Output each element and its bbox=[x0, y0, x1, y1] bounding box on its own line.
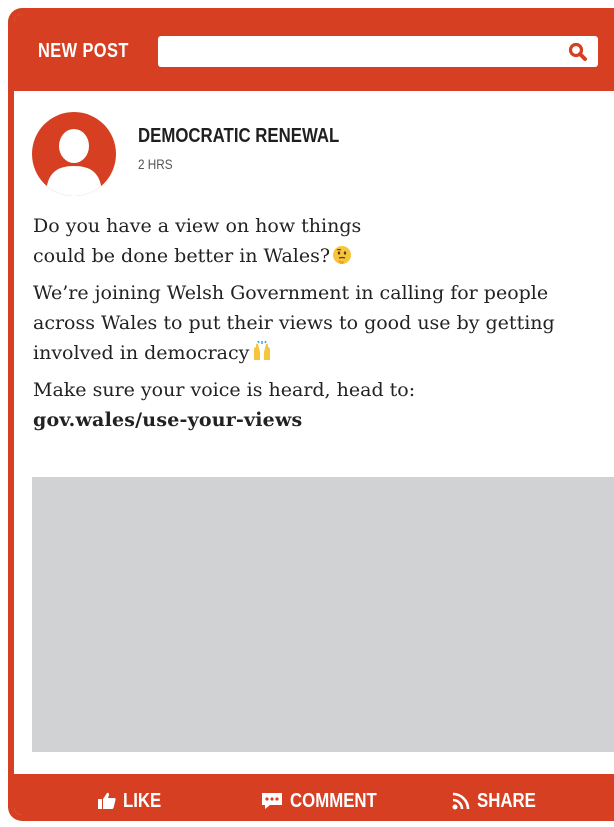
search-box[interactable] bbox=[158, 36, 598, 67]
paragraph-campaign-text: We’re joining Welsh Government in callin… bbox=[33, 282, 555, 364]
paragraph-cta: Make sure your voice is heard, head to: … bbox=[33, 375, 603, 435]
user-silhouette-icon bbox=[46, 129, 102, 196]
thinking-face-emoji-icon bbox=[333, 246, 352, 264]
author-name[interactable]: DEMOCRATIC RENEWAL bbox=[138, 125, 339, 148]
new-post-button[interactable]: NEW POST bbox=[38, 40, 129, 63]
post-header: DEMOCRATIC RENEWAL 2 HRS bbox=[32, 112, 592, 196]
media-placeholder[interactable] bbox=[32, 477, 614, 752]
paragraph-question-line2: could be done better in Wales? bbox=[33, 245, 331, 267]
comment-button[interactable]: COMMENT bbox=[260, 788, 393, 814]
paragraph-cta-text: Make sure your voice is heard, head to: bbox=[33, 379, 416, 401]
raised-hands-emoji-icon bbox=[254, 340, 271, 360]
top-bar: NEW POST bbox=[14, 14, 614, 91]
post-timestamp: 2 HRS bbox=[138, 156, 173, 172]
avatar[interactable] bbox=[32, 112, 116, 196]
comment-label: COMMENT bbox=[290, 789, 377, 812]
paragraph-campaign: We’re joining Welsh Government in callin… bbox=[33, 278, 603, 368]
comment-icon bbox=[262, 793, 282, 809]
thumbs-up-icon bbox=[98, 792, 116, 809]
share-button[interactable]: SHARE bbox=[451, 788, 547, 814]
paragraph-question: Do you have a view on how things could b… bbox=[33, 211, 603, 271]
rss-share-icon bbox=[452, 792, 470, 810]
campaign-link[interactable]: gov.wales/use-your-views bbox=[33, 409, 302, 431]
post-body: Do you have a view on how things could b… bbox=[33, 211, 603, 442]
search-input[interactable] bbox=[158, 36, 578, 67]
search-icon[interactable] bbox=[568, 42, 588, 62]
like-label: LIKE bbox=[123, 789, 162, 812]
share-label: SHARE bbox=[477, 789, 536, 812]
like-button[interactable]: LIKE bbox=[97, 788, 169, 814]
paragraph-question-line1: Do you have a view on how things bbox=[33, 215, 362, 237]
post-card: NEW POST DEMOCRATIC RENEWAL 2 HRS Do you… bbox=[8, 8, 614, 821]
action-bar: LIKE COMMENT SHARE bbox=[14, 774, 614, 815]
